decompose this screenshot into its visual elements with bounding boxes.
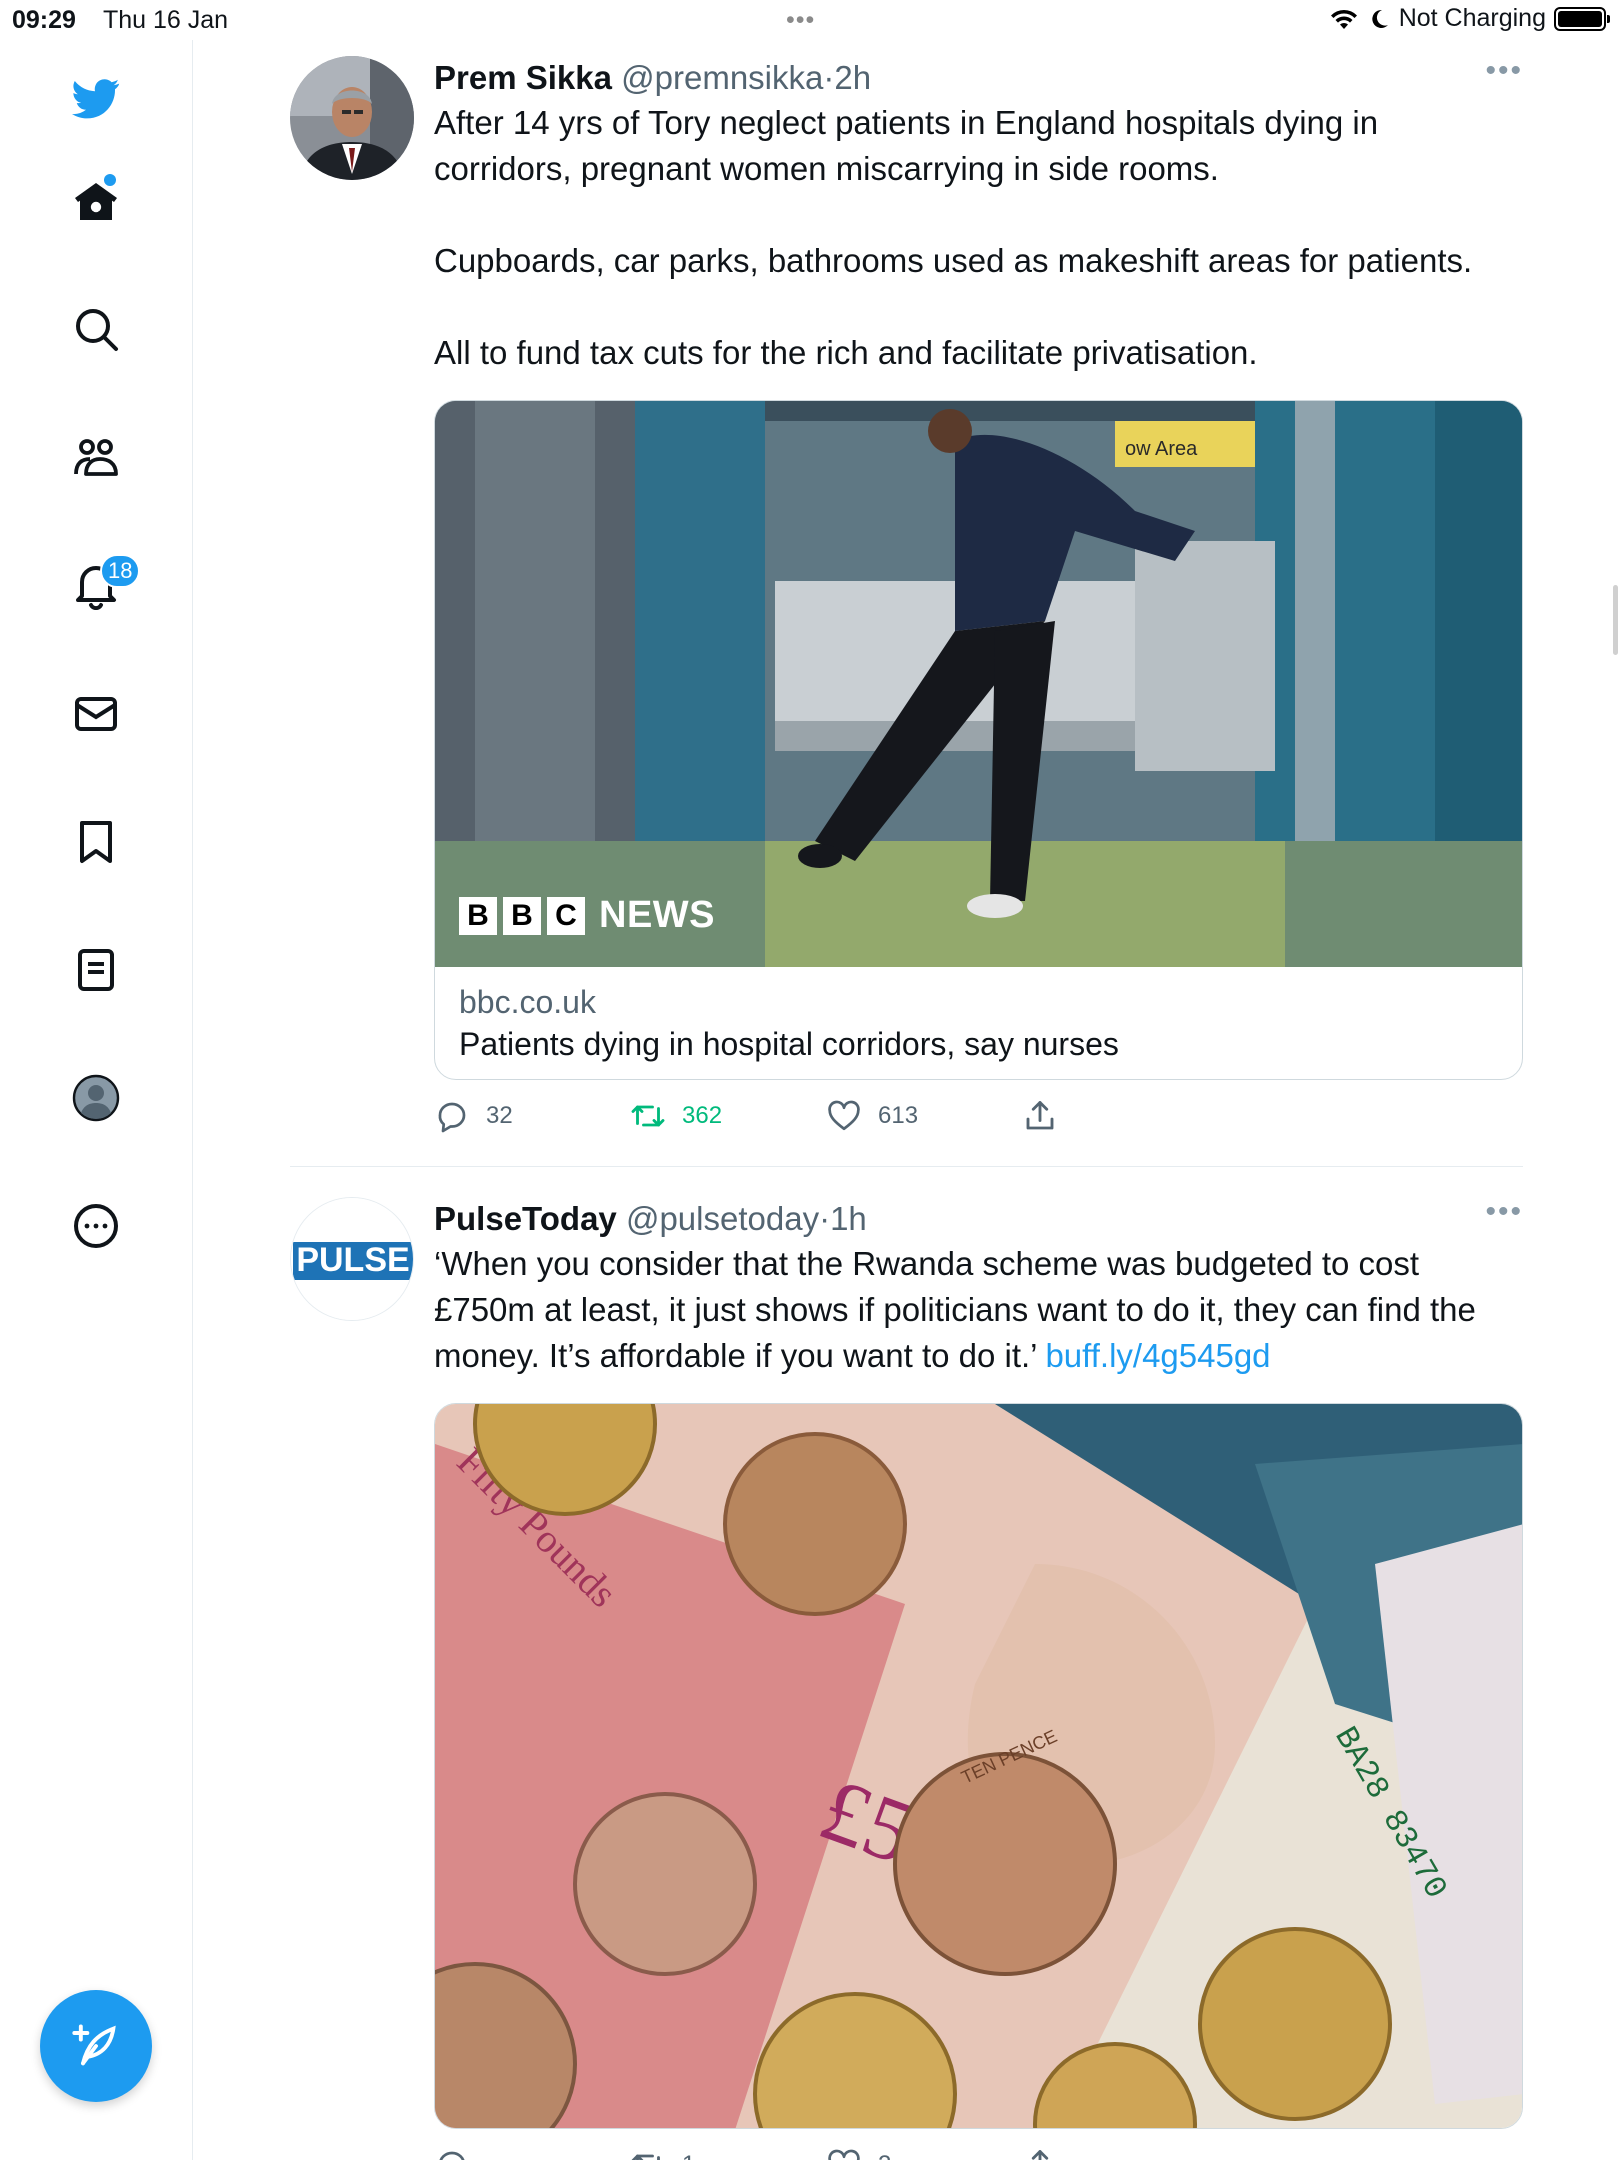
card-domain: bbc.co.uk xyxy=(459,984,596,1020)
tweet-text-body: ‘When you consider that the Rwanda schem… xyxy=(434,1245,1476,1374)
card-meta: bbc.co.uk Patients dying in hospital cor… xyxy=(435,967,1522,1079)
tweet-text-p3: All to fund tax cuts for the rich and fa… xyxy=(434,334,1258,371)
author-name[interactable]: Prem Sikka xyxy=(434,59,612,96)
bookmarks-icon[interactable] xyxy=(64,810,128,874)
tweet-header: Prem Sikka @premnsikka·2h xyxy=(434,56,1523,100)
bbc-letter-b1: B xyxy=(459,896,497,935)
share-button[interactable] xyxy=(1022,2147,1058,2160)
reply-button[interactable]: 32 xyxy=(434,1098,513,1134)
status-right: Not Charging xyxy=(1329,4,1610,33)
tweet-time[interactable]: 1h xyxy=(830,1200,867,1237)
tweet-text: ‘When you consider that the Rwanda schem… xyxy=(434,1241,1523,1379)
tweet-actions: 1 2 xyxy=(434,2147,1523,2160)
profile-icon[interactable] xyxy=(64,1066,128,1130)
share-icon xyxy=(1031,2150,1049,2160)
notifications-badge: 18 xyxy=(100,554,141,588)
author-handle[interactable]: @pulsetoday xyxy=(626,1200,819,1237)
reply-icon xyxy=(439,2151,465,2160)
tweet-header: PulseToday @pulsetoday·1h xyxy=(434,1197,1523,1241)
retweet-icon xyxy=(631,2154,660,2160)
retweet-button[interactable]: 1 xyxy=(630,2147,695,2160)
like-button[interactable]: 613 xyxy=(826,1098,918,1134)
moon-icon xyxy=(1372,9,1388,28)
tweet-actions: 32 362 613 xyxy=(434,1098,1523,1158)
sidebar: 18 xyxy=(0,40,193,2160)
lists-icon[interactable] xyxy=(64,938,128,1002)
like-button[interactable]: 2 xyxy=(826,2147,891,2160)
status-time: 09:29 xyxy=(12,6,76,34)
author-name[interactable]: PulseToday xyxy=(434,1200,617,1237)
retweet-icon xyxy=(631,1105,665,1127)
more-icon[interactable] xyxy=(64,1194,128,1258)
bbc-letter-b2: B xyxy=(503,896,541,935)
tweet-text: After 14 yrs of Tory neglect patients in… xyxy=(434,100,1523,376)
tweet-text-p1: After 14 yrs of Tory neglect patients in… xyxy=(434,104,1379,187)
home-icon[interactable] xyxy=(64,170,128,234)
compose-feather-icon xyxy=(72,2024,116,2066)
tweet-content: PulseToday @pulsetoday·1h ••• ‘When you … xyxy=(434,1197,1523,2160)
retweet-button[interactable]: 362 xyxy=(630,1098,722,1134)
charging-status: Not Charging xyxy=(1398,4,1546,32)
tweet-more-button[interactable]: ••• xyxy=(1485,1197,1523,1227)
battery-icon xyxy=(1554,6,1610,31)
card-image: ow Area B B C NEWS xyxy=(435,401,1522,967)
separator: · xyxy=(819,1200,831,1237)
card-title: Patients dying in hospital corridors, sa… xyxy=(459,1026,1119,1062)
tweet-content: Prem Sikka @premnsikka·2h ••• After 14 y… xyxy=(434,56,1523,1158)
status-bar: 09:29 Thu 16 Jan ••• Not Charging xyxy=(0,0,1620,40)
tweet-link[interactable]: buff.ly/4g545gd xyxy=(1045,1337,1270,1374)
scroll-indicator[interactable] xyxy=(1613,585,1618,655)
tweet-text-p2: Cupboards, car parks, bathrooms used as … xyxy=(434,242,1473,279)
twitter-bird-icon[interactable] xyxy=(64,66,128,130)
avatar[interactable]: PULSE xyxy=(290,1197,414,1321)
messages-icon[interactable] xyxy=(64,682,128,746)
multitasking-dots[interactable]: ••• xyxy=(786,6,815,35)
like-count: 2 xyxy=(878,2151,891,2160)
bbc-news-logo: B B C NEWS xyxy=(459,894,715,937)
author-handle[interactable]: @premnsikka xyxy=(621,59,823,96)
reply-icon xyxy=(438,1102,466,1133)
bbc-news-word: NEWS xyxy=(599,894,715,936)
status-date: Thu 16 Jan xyxy=(103,6,229,34)
heart-icon xyxy=(828,1100,860,1131)
reply-button[interactable] xyxy=(434,2147,486,2160)
bbc-letter-c: C xyxy=(547,896,585,935)
separator: · xyxy=(823,59,835,96)
home-unread-dot xyxy=(104,174,116,186)
pulse-logo-text: PULSE xyxy=(296,1241,409,1279)
search-icon[interactable] xyxy=(64,297,128,361)
heart-icon xyxy=(828,2149,860,2160)
card-sign-text: ow Area xyxy=(1125,438,1198,460)
timeline[interactable]: Prem Sikka @premnsikka·2h ••• After 14 y… xyxy=(193,40,1620,2160)
tweet-image[interactable]: Fifty Pounds £50 BA28 83470 TEN PENCE xyxy=(434,1403,1523,2129)
share-icon xyxy=(1026,1101,1054,1130)
tweet-time[interactable]: 2h xyxy=(834,59,871,96)
tweet-divider xyxy=(290,1166,1523,1167)
wifi-icon xyxy=(1330,9,1357,29)
avatar[interactable] xyxy=(290,56,414,180)
retweet-count: 362 xyxy=(682,1102,723,1129)
share-button[interactable] xyxy=(1022,1098,1058,1134)
reply-count: 32 xyxy=(486,1102,513,1129)
compose-button[interactable] xyxy=(40,1990,152,2102)
tweet-more-button[interactable]: ••• xyxy=(1485,56,1523,86)
link-card[interactable]: ow Area B B C NEWS bbc.co.uk Patients dy… xyxy=(434,400,1523,1080)
retweet-count: 1 xyxy=(682,2151,695,2160)
like-count: 613 xyxy=(878,1102,919,1129)
communities-icon[interactable] xyxy=(64,426,128,490)
